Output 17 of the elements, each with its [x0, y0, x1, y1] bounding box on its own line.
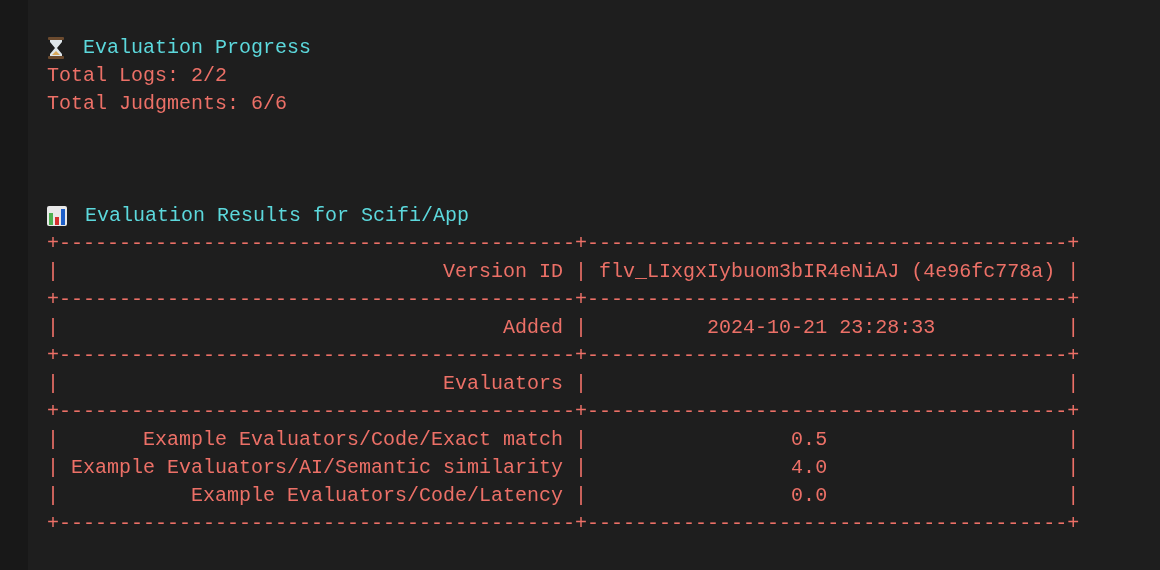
ascii-table-line: +-------------------------------------------+----------------------------------------+ — [47, 287, 1080, 313]
ascii-table-line: | Added | 2024-10-21 23:28:33 | — [47, 315, 1080, 341]
ascii-table-line: | Version ID | flv_LIxgxIybuom3bIR4eNiAJ (4e96fc778a) | — [47, 259, 1080, 285]
ascii-table-line: +-------------------------------------------+----------------------------------------+ — [47, 343, 1080, 369]
ascii-table-line: | Evaluators | | — [47, 371, 1080, 397]
progress-line: Total Judgments: 6/6 — [47, 91, 289, 117]
ascii-table-line: +-------------------------------------------+----------------------------------------+ — [47, 231, 1080, 257]
ascii-table-line: | Example Evaluators/Code/Exact match | 0.5 | — [47, 427, 1080, 453]
section-title: Evaluation Results for Scifi/App — [85, 203, 470, 229]
progress-line: Total Logs: 2/2 — [47, 63, 229, 89]
hourglass-icon — [47, 37, 65, 59]
bar-chart-icon — [47, 206, 67, 226]
ascii-table-line: +-------------------------------------------+----------------------------------------+ — [47, 399, 1080, 425]
ascii-table-line: | Example Evaluators/Code/Latency | 0.0 | — [47, 483, 1080, 509]
ascii-table-line: +-------------------------------------------+----------------------------------------+ — [47, 511, 1080, 537]
ascii-table-line: | Example Evaluators/AI/Semantic similarity | 4.0 | — [47, 455, 1080, 481]
section-title: Evaluation Progress — [83, 35, 312, 61]
